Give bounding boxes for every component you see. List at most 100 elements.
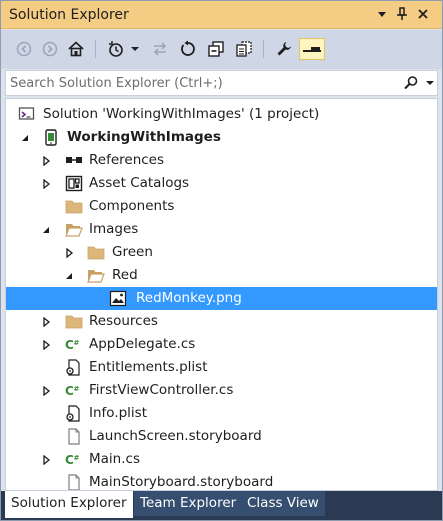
history-clock-icon <box>109 41 123 57</box>
back-button[interactable] <box>13 38 35 60</box>
search-icon[interactable] <box>403 75 419 91</box>
svg-text:#: # <box>74 385 80 393</box>
svg-text:#: # <box>74 454 80 462</box>
sync-with-active-document-button[interactable] <box>149 38 171 60</box>
tree-item-label: Info.plist <box>89 405 148 421</box>
window-position-dropdown-icon[interactable] <box>374 6 390 22</box>
tree-item-label: Resources <box>89 313 158 329</box>
window-title: Solution Explorer <box>9 7 129 23</box>
collapsed-arrow-icon[interactable] <box>41 316 51 328</box>
collapsed-arrow-icon[interactable] <box>41 155 51 167</box>
tab-strip: Solution Explorer Team Explorer Class Vi… <box>1 491 442 520</box>
folder-icon <box>87 244 105 261</box>
tree-item-label: AppDelegate.cs <box>89 336 196 352</box>
solution-tree: Solution 'WorkingWithImages' (1 project)… <box>5 98 438 491</box>
expanded-arrow-icon[interactable] <box>20 132 30 142</box>
tree-item[interactable]: Green <box>6 241 437 264</box>
tab-solution-explorer[interactable]: Solution Explorer <box>5 491 133 518</box>
chevron-down-icon <box>426 81 434 85</box>
tree-item[interactable]: Red <box>6 264 437 287</box>
expanded-arrow-icon[interactable] <box>41 224 51 234</box>
search-options-dropdown[interactable] <box>425 76 435 90</box>
tree-item[interactable]: Asset Catalogs <box>6 172 437 195</box>
collapsed-arrow-icon[interactable] <box>41 339 51 351</box>
preview-selected-items-button[interactable] <box>299 38 325 60</box>
tree-item[interactable]: Solution 'WorkingWithImages' (1 project) <box>6 103 437 126</box>
csharp-file-icon: C # <box>65 451 83 468</box>
refresh-icon <box>181 40 195 56</box>
references-icon <box>65 152 83 169</box>
tree-item-label: References <box>89 152 165 168</box>
back-icon <box>16 41 32 57</box>
home-icon <box>68 41 84 57</box>
preview-icon <box>303 47 321 52</box>
document-file-icon <box>65 428 83 445</box>
chevron-down-icon <box>131 47 139 51</box>
collapsed-arrow-icon[interactable] <box>64 247 74 259</box>
folder-open-icon <box>65 221 83 238</box>
collapse-all-button[interactable] <box>205 38 227 60</box>
forward-button[interactable] <box>39 38 61 60</box>
tree-item-label: Entitlements.plist <box>89 359 208 375</box>
folder-icon <box>65 313 83 330</box>
solution-explorer-window: Solution Explorer Search Solution Explor… <box>0 0 443 521</box>
tree-item[interactable]: C # FirstViewController.cs <box>6 379 437 402</box>
document-file-icon <box>65 474 83 490</box>
image-file-icon <box>109 290 127 307</box>
tree-item-label: Solution 'WorkingWithImages' (1 project) <box>43 106 320 122</box>
forward-icon <box>42 41 58 57</box>
pin-icon[interactable] <box>394 6 410 22</box>
tree-item[interactable]: C # AppDelegate.cs <box>6 333 437 356</box>
home-button[interactable] <box>65 38 87 60</box>
search-box <box>5 70 438 96</box>
show-all-files-button[interactable] <box>233 38 255 60</box>
pending-changes-filter-button[interactable] <box>105 38 127 60</box>
search-input[interactable] <box>6 71 401 95</box>
collapsed-arrow-icon[interactable] <box>41 178 51 190</box>
plist-file-icon <box>65 405 83 422</box>
close-icon[interactable] <box>415 6 431 22</box>
tree-item-label: Components <box>89 198 175 214</box>
refresh-button[interactable] <box>177 38 199 60</box>
title-bar: Solution Explorer <box>1 1 442 29</box>
csharp-file-icon: C # <box>65 382 83 399</box>
toolbar <box>1 30 442 69</box>
asset-catalog-icon <box>65 175 83 192</box>
tree-item[interactable]: MainStoryboard.storyboard <box>6 471 437 490</box>
tree-item[interactable]: Images <box>6 218 437 241</box>
collapse-all-icon <box>208 41 224 57</box>
collapsed-arrow-icon[interactable] <box>41 385 51 397</box>
svg-text:#: # <box>74 339 80 347</box>
tree-item[interactable]: Components <box>6 195 437 218</box>
toolbar-separator <box>263 40 264 58</box>
tree-item-label: Asset Catalogs <box>89 175 190 191</box>
folder-open-icon <box>87 267 105 284</box>
tab-team-explorer[interactable]: Team Explorer <box>134 491 243 516</box>
show-all-files-icon <box>236 41 252 57</box>
wrench-icon <box>277 42 291 56</box>
tree-item[interactable]: Info.plist <box>6 402 437 425</box>
tree-item[interactable]: C # Main.cs <box>6 448 437 471</box>
tree-item-label: MainStoryboard.storyboard <box>89 474 274 490</box>
csharp-file-icon: C # <box>65 336 83 353</box>
sync-arrows-icon <box>153 42 167 56</box>
tree-item-label: RedMonkey.png <box>136 290 242 306</box>
solution-icon <box>18 106 36 123</box>
tab-class-view[interactable]: Class View <box>241 491 325 516</box>
tree-item[interactable]: WorkingWithImages <box>6 126 437 149</box>
tree-item-label: Images <box>89 221 139 237</box>
toolbar-separator <box>95 40 96 58</box>
properties-button[interactable] <box>273 38 295 60</box>
tree-item-label: WorkingWithImages <box>67 129 221 145</box>
tree-item[interactable]: RedMonkey.png <box>6 287 437 310</box>
collapsed-arrow-icon[interactable] <box>41 454 51 466</box>
tree-item[interactable]: Entitlements.plist <box>6 356 437 379</box>
pending-changes-dropdown[interactable] <box>129 38 141 60</box>
tree-item[interactable]: LaunchScreen.storyboard <box>6 425 437 448</box>
project-icon <box>42 129 60 146</box>
tree-item[interactable]: References <box>6 149 437 172</box>
folder-icon <box>65 198 83 215</box>
tree-item-label: Green <box>112 244 153 260</box>
tree-item[interactable]: Resources <box>6 310 437 333</box>
expanded-arrow-icon[interactable] <box>64 270 74 280</box>
